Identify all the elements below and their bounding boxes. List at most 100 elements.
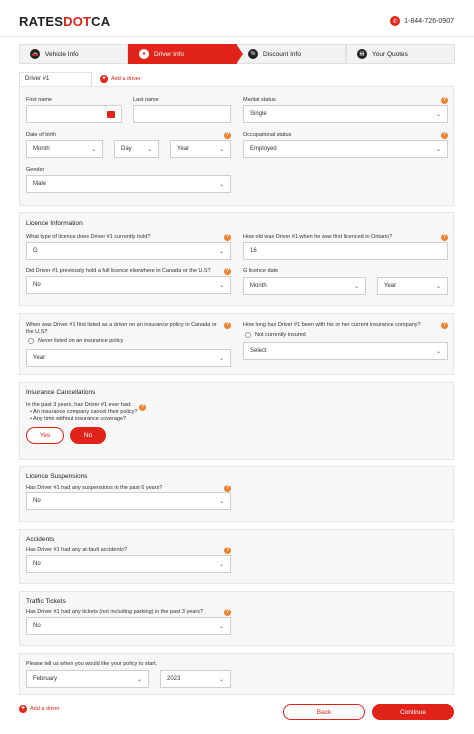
- select-value: Year: [33, 355, 46, 361]
- section-title: Traffic Tickets: [26, 598, 66, 605]
- tickets-select[interactable]: No ⌄: [26, 617, 231, 635]
- car-icon: 🚗: [30, 49, 40, 59]
- section-title: Accidents: [26, 536, 55, 543]
- section-title: Licence Information: [26, 220, 83, 227]
- chevron-down-icon: ⌄: [218, 146, 224, 153]
- g-licence-month-select[interactable]: Month ⌄: [243, 277, 366, 295]
- step-driver-info[interactable]: ● Driver Info: [128, 44, 243, 64]
- yes-button[interactable]: Yes: [26, 427, 64, 444]
- step-discount-info[interactable]: % Discount Info: [237, 44, 346, 64]
- help-icon[interactable]: ?: [224, 609, 231, 616]
- add-driver-link[interactable]: + Add a driver: [19, 705, 60, 713]
- help-icon[interactable]: ?: [224, 268, 231, 275]
- first-name-input[interactable]: [26, 105, 122, 123]
- accidents-select[interactable]: No ⌄: [26, 555, 231, 573]
- chevron-down-icon: ⌄: [435, 111, 441, 118]
- add-driver-tab[interactable]: + Add a driver: [100, 75, 141, 83]
- phone-icon: ✆: [390, 16, 401, 26]
- radio-circle: [245, 332, 251, 338]
- dob-year-select[interactable]: Year ⌄: [170, 140, 231, 158]
- help-icon[interactable]: ?: [441, 234, 448, 241]
- step-vehicle-info[interactable]: 🚗 Vehicle Info: [19, 44, 128, 64]
- marital-status-select[interactable]: Single ⌄: [243, 105, 448, 123]
- last-name-input[interactable]: [133, 105, 231, 123]
- chevron-down-icon: ⌄: [218, 623, 224, 630]
- chevron-down-icon: ⌄: [218, 561, 224, 568]
- licence-elsewhere-label: Did Driver #1 previously hold a full lic…: [26, 268, 211, 274]
- help-icon[interactable]: ?: [224, 234, 231, 241]
- not-insured-radio[interactable]: Not currently insured: [245, 332, 306, 338]
- input-value: 16: [250, 248, 257, 254]
- radio-label: Not currently insured: [255, 332, 306, 338]
- help-icon[interactable]: ?: [441, 132, 448, 139]
- chevron-down-icon: ⌄: [435, 146, 441, 153]
- date-of-birth-label: Date of birth: [26, 132, 56, 138]
- occupation-select[interactable]: Employed ⌄: [243, 140, 448, 158]
- personal-info-panel: First name Last name Marital status ? Si…: [19, 86, 454, 206]
- radio-label: Never listed on an insurance policy: [38, 338, 124, 344]
- chevron-down-icon: ⌄: [435, 348, 441, 355]
- occupation-label: Occupational status: [243, 132, 292, 138]
- chevron-down-icon: ⌄: [218, 355, 224, 362]
- select-value: Month: [33, 146, 50, 152]
- plus-icon: +: [19, 705, 27, 713]
- g-licence-date-label: G licence date: [243, 268, 279, 274]
- licence-age-input[interactable]: 16: [243, 242, 448, 260]
- help-icon[interactable]: ?: [224, 322, 231, 329]
- select-value: Year: [384, 283, 397, 289]
- policy-start-year-select[interactable]: 2023 ⌄: [160, 670, 231, 688]
- chevron-down-icon: ⌄: [90, 146, 96, 153]
- g-licence-year-select[interactable]: Year ⌄: [377, 277, 448, 295]
- licence-info-panel: Licence Information What type of licence…: [19, 212, 454, 306]
- dob-day-select[interactable]: Day ⌄: [114, 140, 159, 158]
- help-icon[interactable]: ?: [224, 485, 231, 492]
- step-your-quotes[interactable]: ▤ Your Quotes: [346, 44, 455, 64]
- select-value: 2023: [167, 676, 181, 682]
- marital-status-label: Marital status: [243, 97, 276, 103]
- help-icon[interactable]: ?: [224, 547, 231, 554]
- select-value: Employed: [250, 146, 277, 152]
- chevron-down-icon: ⌄: [218, 282, 224, 289]
- suspensions-select[interactable]: No ⌄: [26, 492, 231, 510]
- person-icon: ●: [139, 49, 149, 59]
- phone-number: 1-844-726-0907: [404, 17, 454, 25]
- select-value: Male: [33, 181, 47, 187]
- first-insured-year-select[interactable]: Year ⌄: [26, 349, 231, 367]
- gender-label: Gender: [26, 167, 45, 173]
- logo-part: CA: [91, 14, 111, 29]
- chevron-down-icon: ⌄: [218, 181, 224, 188]
- cancellations-panel: Insurance Cancellations In the past 3 ye…: [19, 382, 454, 460]
- continue-button[interactable]: Continue: [372, 704, 454, 720]
- logo-part: DOT: [63, 14, 92, 29]
- licence-elsewhere-select[interactable]: No ⌄: [26, 276, 231, 294]
- never-listed-radio[interactable]: Never listed on an insurance policy: [28, 338, 123, 344]
- step-label: Driver Info: [154, 50, 184, 58]
- step-label: Discount Info: [263, 50, 301, 58]
- cancellations-bullet: • An insurance company cancel their poli…: [30, 409, 138, 415]
- gender-select[interactable]: Male ⌄: [26, 175, 231, 193]
- discount-icon: %: [248, 49, 258, 59]
- tab-driver-1[interactable]: Driver #1: [19, 72, 92, 86]
- last-name-label: Last name: [133, 97, 159, 103]
- back-button[interactable]: Back: [283, 704, 365, 720]
- select-value: Select: [250, 348, 267, 354]
- select-value: February: [33, 676, 58, 682]
- select-value: No: [33, 561, 41, 567]
- licence-type-select[interactable]: G ⌄: [26, 242, 231, 260]
- dob-month-select[interactable]: Month ⌄: [26, 140, 103, 158]
- phone-link[interactable]: ✆ 1-844-726-0907: [390, 16, 454, 26]
- cancellations-bullet: • Any time without insurance coverage?: [30, 416, 127, 422]
- no-button[interactable]: No: [70, 427, 106, 444]
- help-icon[interactable]: ?: [139, 404, 146, 411]
- ratesdotca-logo[interactable]: RATESDOTCA: [19, 14, 110, 29]
- help-icon[interactable]: ?: [441, 322, 448, 329]
- add-driver-label: Add a driver: [111, 76, 141, 82]
- section-title: Licence Suspensions: [26, 473, 88, 480]
- help-icon[interactable]: ?: [441, 97, 448, 104]
- help-icon[interactable]: ?: [224, 132, 231, 139]
- tickets-question: Has Driver #1 had any tickets (not inclu…: [26, 609, 204, 615]
- step-label: Your Quotes: [372, 50, 408, 58]
- policy-start-month-select[interactable]: February ⌄: [26, 670, 149, 688]
- insurer-duration-select[interactable]: Select ⌄: [243, 342, 448, 360]
- select-value: Year: [177, 146, 190, 152]
